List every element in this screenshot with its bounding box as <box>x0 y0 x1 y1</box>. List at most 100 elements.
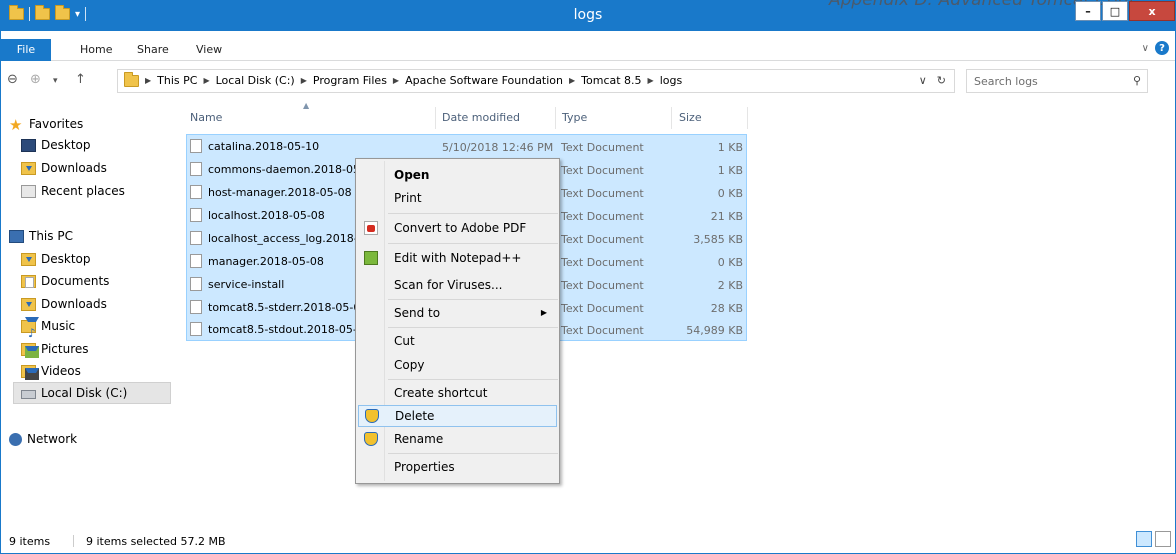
refresh-icon[interactable]: ↻ <box>937 74 946 87</box>
menu-label: Cut <box>394 334 415 348</box>
file-row[interactable]: catalina.2018-05-10 5/10/2018 12:46 PM T… <box>186 136 747 158</box>
nav-music[interactable]: Music <box>21 315 76 344</box>
menu-item-edit-notepad[interactable]: Edit with Notepad++ <box>358 248 557 270</box>
context-menu: Open Print Convert to Adobe PDF Edit wit… <box>355 158 560 484</box>
menu-item-rename[interactable]: Rename <box>358 429 557 451</box>
file-type: Text Document <box>561 141 644 154</box>
crumb-apache[interactable]: Apache Software Foundation <box>405 74 563 87</box>
menu-label: Scan for Viruses... <box>394 278 503 292</box>
nav-label: Documents <box>41 274 110 288</box>
nav-label: Music <box>41 319 76 333</box>
details-view-icon[interactable] <box>1136 531 1152 547</box>
column-header-date[interactable]: Date modified <box>442 107 520 131</box>
music-icon <box>21 316 39 344</box>
file-name: host-manager.2018-05-08 <box>208 185 352 199</box>
file-name: tomcat8.5-stderr.2018-05-08 <box>208 300 368 314</box>
crumb-local-disk[interactable]: Local Disk (C:) <box>216 74 295 87</box>
recent-places-icon <box>21 184 36 198</box>
nav-pictures[interactable]: Pictures <box>21 338 89 360</box>
nav-local-disk[interactable]: Local Disk (C:) <box>13 382 171 404</box>
nav-desktop[interactable]: Desktop <box>21 134 91 156</box>
nav-label: Desktop <box>41 252 91 266</box>
downloads-icon <box>21 161 36 175</box>
menu-item-properties[interactable]: Properties <box>358 457 557 479</box>
column-header-size[interactable]: Size <box>679 107 702 131</box>
window-controls: – □ x <box>1075 1 1175 21</box>
menu-label: Send to <box>394 306 441 320</box>
tab-file[interactable]: File <box>1 39 51 61</box>
forward-icon[interactable]: ⊕ <box>30 72 41 87</box>
tab-share[interactable]: Share <box>137 39 169 61</box>
file-name: catalina.2018-05-10 <box>208 139 320 153</box>
expand-ribbon-icon[interactable]: ∨ <box>1142 43 1149 54</box>
explorer-window: ▾ logs Appendix D: Advanced Tomcat Conf … <box>0 0 1176 554</box>
nav-downloads[interactable]: Downloads <box>21 157 107 179</box>
address-bar[interactable]: ▶ This PC ▶ Local Disk (C:) ▶ Program Fi… <box>117 69 955 93</box>
menu-item-cut[interactable]: Cut <box>358 331 557 353</box>
nav-pc-downloads[interactable]: Downloads <box>21 293 107 315</box>
close-button[interactable]: x <box>1129 1 1175 21</box>
network-icon <box>9 432 22 446</box>
nav-label: Downloads <box>41 297 107 311</box>
crumb-logs[interactable]: logs <box>660 74 683 87</box>
adobe-pdf-icon <box>364 221 378 235</box>
notepad-plus-plus-icon <box>364 251 378 265</box>
up-icon[interactable]: ↑ <box>75 72 86 87</box>
menu-item-copy[interactable]: Copy <box>358 355 557 377</box>
recent-locations-icon[interactable]: ▾ <box>53 76 58 86</box>
menu-item-scan-viruses[interactable]: Scan for Viruses... <box>358 275 557 297</box>
text-file-icon <box>190 185 202 199</box>
crumb-tomcat[interactable]: Tomcat 8.5 <box>581 74 641 87</box>
nav-documents[interactable]: Documents <box>21 270 109 292</box>
nav-recent-places[interactable]: Recent places <box>21 180 125 202</box>
column-header-name[interactable]: Name <box>190 107 222 131</box>
nav-network[interactable]: Network <box>9 428 77 450</box>
tab-view[interactable]: View <box>196 39 222 61</box>
uac-shield-icon <box>364 432 378 446</box>
text-file-icon <box>190 139 202 153</box>
nav-this-pc[interactable]: This PC <box>9 225 73 247</box>
menu-label: Print <box>394 191 422 205</box>
text-file-icon <box>190 162 202 176</box>
search-icon[interactable]: ⚲ <box>1133 74 1141 87</box>
file-date: 5/10/2018 12:46 PM <box>442 141 554 154</box>
menu-item-print[interactable]: Print <box>358 188 557 210</box>
menu-item-send-to[interactable]: Send to ▶ <box>358 303 557 325</box>
star-icon <box>9 114 24 136</box>
file-name: manager.2018-05-08 <box>208 254 324 268</box>
selection-info: 9 items selected 57.2 MB <box>86 535 226 548</box>
help-icon[interactable]: ? <box>1155 41 1169 55</box>
menu-item-delete[interactable]: Delete <box>358 405 557 427</box>
minimize-button[interactable]: – <box>1075 1 1101 21</box>
maximize-button[interactable]: □ <box>1102 1 1128 21</box>
menu-item-open[interactable]: Open <box>358 165 557 187</box>
tab-home[interactable]: Home <box>80 39 112 61</box>
nav-label: Desktop <box>41 138 91 152</box>
nav-favorites[interactable]: Favorites <box>9 113 83 136</box>
menu-label: Open <box>394 168 430 182</box>
large-icons-view-icon[interactable] <box>1155 531 1171 547</box>
sort-ascending-icon: ▲ <box>303 101 310 110</box>
downloads-icon <box>21 297 36 311</box>
nav-label: Downloads <box>41 161 107 175</box>
documents-icon <box>21 274 36 288</box>
file-size: 21 KB <box>710 210 743 223</box>
nav-label: Local Disk (C:) <box>41 386 128 400</box>
menu-item-convert-pdf[interactable]: Convert to Adobe PDF <box>358 218 557 240</box>
back-icon[interactable]: ⊖ <box>7 72 18 87</box>
submenu-arrow-icon: ▶ <box>540 308 547 317</box>
file-size: 28 KB <box>710 302 743 315</box>
menu-item-create-shortcut[interactable]: Create shortcut <box>358 383 557 405</box>
file-name: service-install <box>208 277 285 291</box>
address-dropdown-icon[interactable]: ∨ <box>919 74 927 87</box>
nav-videos[interactable]: Videos <box>21 360 81 382</box>
search-input[interactable]: Search logs ⚲ <box>966 69 1148 93</box>
file-size: 1 KB <box>717 141 743 154</box>
search-placeholder: Search logs <box>974 75 1038 88</box>
status-bar: 9 items 9 items selected 57.2 MB <box>1 529 1175 553</box>
crumb-this-pc[interactable]: This PC <box>157 74 197 87</box>
folder-icon <box>124 71 139 87</box>
nav-pc-desktop[interactable]: Desktop <box>21 248 91 270</box>
column-header-type[interactable]: Type <box>562 107 587 131</box>
crumb-program-files[interactable]: Program Files <box>313 74 387 87</box>
